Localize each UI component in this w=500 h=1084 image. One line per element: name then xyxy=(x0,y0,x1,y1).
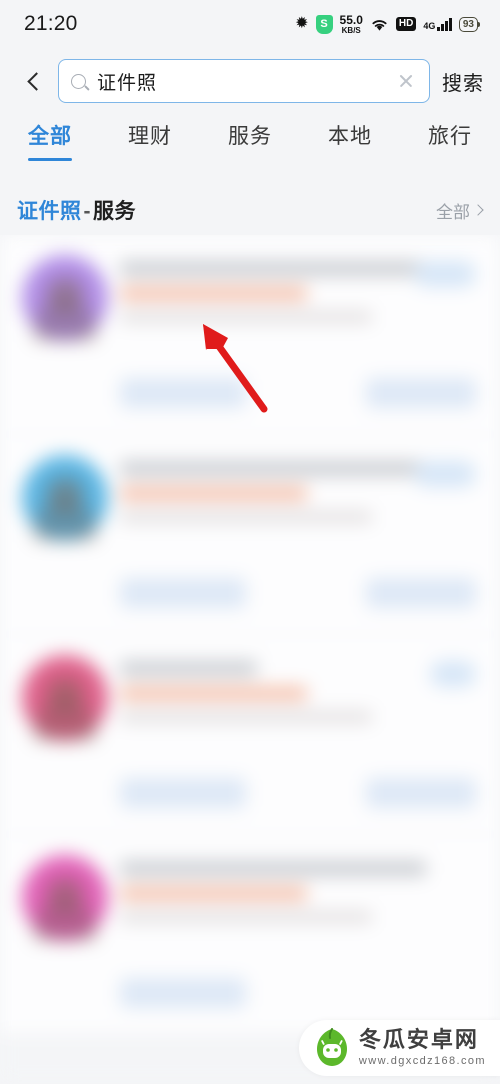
search-input[interactable]: 证件照 xyxy=(58,59,430,103)
item-desc-line xyxy=(120,911,372,923)
network-speed-indicator: 55.0 KB/S xyxy=(340,14,363,35)
item-title-line xyxy=(120,261,426,276)
tab-all[interactable]: 全部 xyxy=(0,114,100,162)
item-action-buttons xyxy=(120,578,476,608)
security-shield-icon: S xyxy=(315,14,333,34)
list-item-content xyxy=(120,657,480,723)
search-results-list[interactable] xyxy=(0,235,500,1084)
item-subtitle-line xyxy=(120,487,308,500)
network-speed-value: 55.0 xyxy=(339,12,363,27)
battery-indicator: 93 xyxy=(458,16,481,32)
item-subtitle-line xyxy=(120,887,308,900)
item-badge[interactable] xyxy=(430,661,476,687)
section-keyword: 证件照 xyxy=(17,200,82,223)
item-title-line xyxy=(120,861,426,876)
list-item[interactable] xyxy=(0,435,500,635)
tab-finance[interactable]: 理财 xyxy=(100,114,200,161)
avatar xyxy=(22,255,108,341)
tab-services[interactable]: 服务 xyxy=(200,114,300,161)
item-action-buttons xyxy=(120,978,476,1008)
section-header: 证件照-服务 全部 xyxy=(0,185,500,235)
item-desc-line xyxy=(120,711,372,723)
item-action-buttons xyxy=(120,778,476,808)
search-submit-button[interactable]: 搜索 xyxy=(440,61,486,102)
item-badge[interactable] xyxy=(414,261,476,287)
item-subtitle-line xyxy=(120,687,308,700)
avatar xyxy=(22,855,108,941)
item-action-secondary[interactable] xyxy=(366,578,476,608)
chevron-right-icon xyxy=(472,204,484,216)
item-action-secondary[interactable] xyxy=(366,778,476,808)
tab-travel[interactable]: 旅行 xyxy=(400,114,500,161)
item-desc-line xyxy=(120,511,372,523)
tab-local[interactable]: 本地 xyxy=(300,114,400,161)
item-action-primary[interactable] xyxy=(120,578,246,608)
item-desc-line xyxy=(120,311,372,323)
item-subtitle-line xyxy=(120,287,308,300)
section-view-all-label: 全部 xyxy=(436,202,470,222)
item-title-line xyxy=(120,661,257,676)
section-separator: - xyxy=(83,200,91,223)
category-tabs: 全部 理财 服务 本地 旅行 xyxy=(0,114,500,176)
section-title: 证件照-服务 xyxy=(17,195,136,225)
tab-services-label: 服务 xyxy=(228,125,272,148)
watermark: 冬瓜安卓网 www.dgxcdz168.com xyxy=(298,1020,500,1076)
clear-icon[interactable] xyxy=(395,70,417,92)
wifi-icon xyxy=(370,17,389,32)
back-button[interactable] xyxy=(12,59,56,103)
item-action-primary[interactable] xyxy=(120,378,246,408)
network-type-label: 4G xyxy=(423,20,436,31)
section-category: 服务 xyxy=(93,200,136,223)
list-item[interactable] xyxy=(0,835,500,1035)
item-action-primary[interactable] xyxy=(120,778,246,808)
network-speed-unit: KB/S xyxy=(341,25,361,35)
bluetooth-icon: ✹ xyxy=(295,15,309,32)
status-time: 21:20 xyxy=(24,12,78,35)
search-header: 证件照 搜索 xyxy=(0,48,500,114)
cellular-signal-icon: 4G xyxy=(423,17,452,31)
winter-melon-android-logo-icon xyxy=(315,1028,349,1068)
hd-icon: HD xyxy=(395,17,417,31)
watermark-text: 冬瓜安卓网 www.dgxcdz168.com xyxy=(359,1029,486,1067)
avatar xyxy=(22,655,108,741)
watermark-site-name: 冬瓜安卓网 xyxy=(358,1027,479,1052)
tab-all-label: 全部 xyxy=(28,125,72,148)
status-icons: ✹ S 55.0 KB/S HD 4G 93 xyxy=(295,14,481,35)
item-action-secondary[interactable] xyxy=(366,378,476,408)
list-item[interactable] xyxy=(0,635,500,835)
item-action-buttons xyxy=(120,378,476,408)
item-action-primary[interactable] xyxy=(120,978,246,1008)
watermark-url: www.dgxcdz168.com xyxy=(358,1055,486,1067)
avatar xyxy=(22,455,108,541)
list-item-content xyxy=(120,857,480,923)
item-title-line xyxy=(120,461,426,476)
tab-travel-label: 旅行 xyxy=(428,125,472,148)
search-input-value: 证件照 xyxy=(97,72,158,94)
status-bar: 21:20 ✹ S 55.0 KB/S HD 4G 93 xyxy=(0,0,500,48)
tab-active-underline xyxy=(28,158,72,162)
phone-screen: 21:20 ✹ S 55.0 KB/S HD 4G 93 证件照 搜索 全部 理… xyxy=(0,0,500,1084)
search-icon xyxy=(71,73,86,89)
signal-bars-icon xyxy=(437,17,452,31)
item-badge[interactable] xyxy=(414,461,476,487)
tab-finance-label: 理财 xyxy=(128,125,172,148)
back-chevron-icon xyxy=(26,71,46,91)
section-view-all-button[interactable]: 全部 xyxy=(436,198,484,223)
list-item[interactable] xyxy=(0,235,500,435)
tab-local-label: 本地 xyxy=(328,125,372,148)
